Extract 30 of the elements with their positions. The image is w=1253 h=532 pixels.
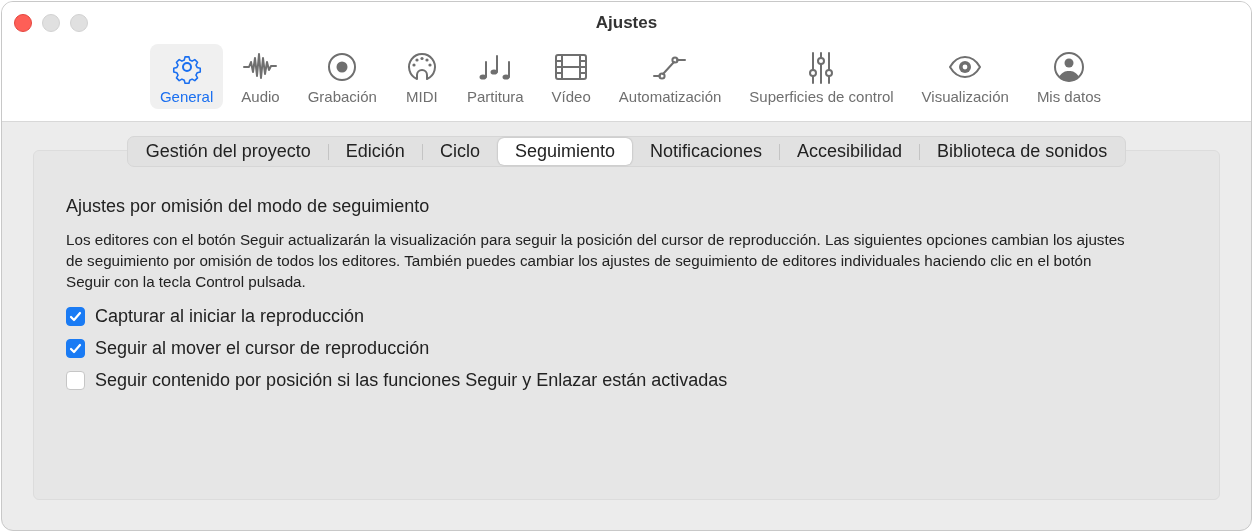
toolbar-button[interactable]: MIDI <box>394 44 449 109</box>
toolbar-button[interactable]: Superficies de control <box>739 44 904 109</box>
tab[interactable]: Edición <box>328 138 422 165</box>
toolbar-button[interactable]: Mis datos <box>1026 44 1112 109</box>
checkbox[interactable] <box>66 370 85 390</box>
checkbox-label: Capturar al iniciar la reproducción <box>95 305 365 327</box>
toolbar-button[interactable]: General <box>149 44 224 109</box>
description-text: Los editores con el botón Seguir actualizarán la visualización para seguir la posición del cursor de reproducción. Las siguientes opciones cambian los ajustes de seguimiento por omisión de todos los editores. También puedes cambiar los ajustes de seguimiento de editores individuales haciendo clic en el botón Seguir con la tecla Control pulsada. <box>66 230 1126 292</box>
toolbar-button[interactable]: Partitura <box>456 44 534 109</box>
toolbar-button[interactable]: Audio <box>231 44 290 109</box>
checkmark-icon <box>69 309 82 323</box>
section-heading: Ajustes por omisión del modo de seguimiento <box>66 196 431 217</box>
checkbox[interactable] <box>66 306 85 326</box>
checkbox-label: Seguir al mover el cursor de reproducción <box>95 337 430 359</box>
tab[interactable]: Gestión del proyecto <box>128 138 328 165</box>
toolbar-button[interactable]: Visualización <box>911 44 1019 109</box>
checkbox-label: Seguir contenido por posición si las funciones Seguir y Enlazar están activadas <box>95 369 728 391</box>
close-button[interactable] <box>14 14 32 32</box>
tab[interactable]: Biblioteca de sonidos <box>920 138 1125 165</box>
tab[interactable]: Accesibilidad <box>780 138 920 165</box>
user-avatar-icon <box>1051 50 1086 84</box>
toolbar-button[interactable]: Grabación <box>297 44 387 109</box>
toolbar-button[interactable]: Vídeo <box>541 44 601 109</box>
tab[interactable]: Seguimiento <box>497 138 632 165</box>
checkmark-icon <box>69 341 82 355</box>
toolbar-button[interactable]: Automatización <box>608 44 732 109</box>
checkbox[interactable] <box>66 338 85 358</box>
tab[interactable]: Ciclo <box>422 138 497 165</box>
window-title: Ajustes <box>595 13 658 33</box>
tab[interactable]: Notificaciones <box>633 138 780 165</box>
